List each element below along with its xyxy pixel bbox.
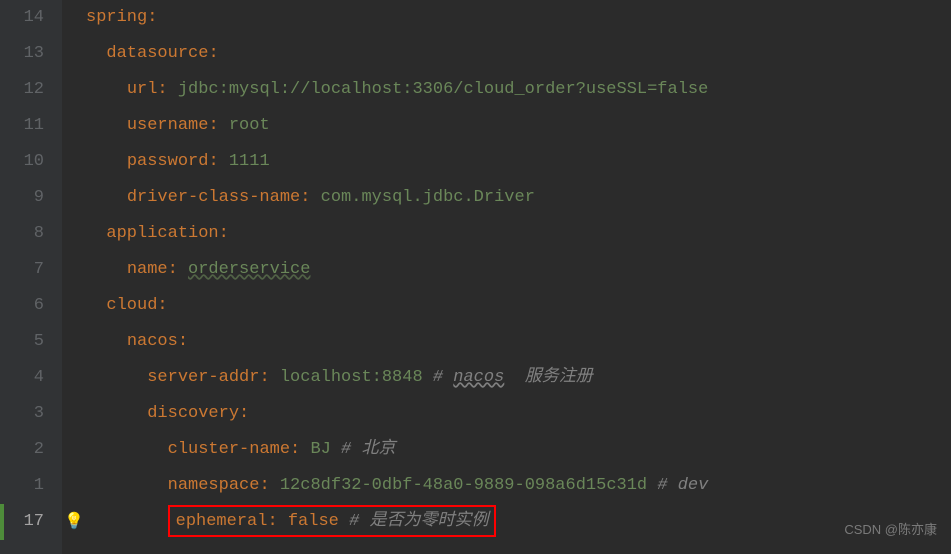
- gutter-num: 3: [0, 396, 44, 432]
- gutter-num: 12: [0, 72, 44, 108]
- code-line: namespace: 12c8df32-0dbf-48a0-9889-098a6…: [86, 468, 951, 504]
- code-line: username: root: [86, 108, 951, 144]
- code-line: datasource:: [86, 36, 951, 72]
- code-line: application:: [86, 216, 951, 252]
- gutter-num: 7: [0, 252, 44, 288]
- code-area[interactable]: spring: datasource: url: jdbc:mysql://lo…: [86, 0, 951, 554]
- gutter-num: 8: [0, 216, 44, 252]
- gutter-num: 11: [0, 108, 44, 144]
- gutter-num: 6: [0, 288, 44, 324]
- code-line: nacos:: [86, 324, 951, 360]
- active-line-marker: [0, 504, 4, 540]
- gutter-num: 1: [0, 468, 44, 504]
- gutter-num: 14: [0, 0, 44, 36]
- gutter-num: 4: [0, 360, 44, 396]
- line-gutter: 14 13 12 11 10 9 8 7 6 5 4 3 2 1 17: [0, 0, 62, 554]
- code-line: cluster-name: BJ # 北京: [86, 432, 951, 468]
- code-line: cloud:: [86, 288, 951, 324]
- code-line: url: jdbc:mysql://localhost:3306/cloud_o…: [86, 72, 951, 108]
- watermark: CSDN @陈亦康: [844, 512, 937, 548]
- lightbulb-icon[interactable]: 💡: [62, 504, 86, 540]
- code-line: name: orderservice: [86, 252, 951, 288]
- gutter-num: 10: [0, 144, 44, 180]
- gutter-num-active: 17: [0, 504, 44, 540]
- code-line: spring:: [86, 0, 951, 36]
- code-line: ephemeral: false # 是否为零时实例: [86, 504, 951, 540]
- gutter-num: 2: [0, 432, 44, 468]
- code-editor[interactable]: 14 13 12 11 10 9 8 7 6 5 4 3 2 1 17 💡 sp…: [0, 0, 951, 554]
- bulb-column: 💡: [62, 0, 86, 554]
- gutter-num: 9: [0, 180, 44, 216]
- highlight-ephemeral: ephemeral: false # 是否为零时实例: [168, 505, 497, 537]
- code-line: discovery:: [86, 396, 951, 432]
- code-line: password: 1111: [86, 144, 951, 180]
- gutter-num: 13: [0, 36, 44, 72]
- gutter-num: 5: [0, 324, 44, 360]
- code-line: server-addr: localhost:8848 # nacos 服务注册: [86, 360, 951, 396]
- code-line: driver-class-name: com.mysql.jdbc.Driver: [86, 180, 951, 216]
